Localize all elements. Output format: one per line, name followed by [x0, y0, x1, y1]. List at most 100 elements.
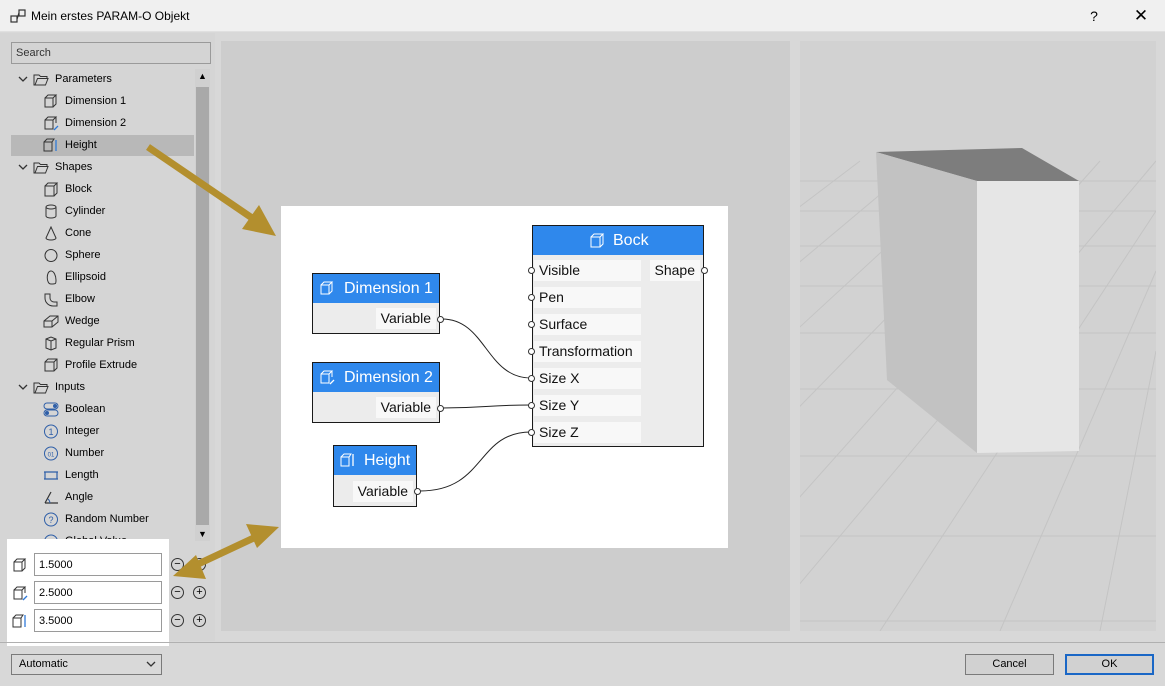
tree-item-dimension-1[interactable]: Dimension 1 — [11, 91, 194, 112]
output-port-label: Variable — [375, 308, 436, 329]
window-title: Mein erstes PARAM-O Objekt — [31, 9, 190, 23]
input-dot-visible[interactable] — [528, 267, 535, 274]
3d-preview[interactable] — [800, 41, 1156, 631]
tree-group-shapes[interactable]: Shapes — [11, 157, 194, 178]
parameter-values-panel: − + − + − + — [7, 539, 206, 646]
height-value-input[interactable] — [34, 609, 162, 632]
input-dot-size-z[interactable] — [528, 429, 535, 436]
angle-icon — [44, 491, 58, 504]
integer-icon: 1 — [44, 424, 58, 439]
output-port-label: Variable — [352, 481, 413, 502]
tree-item-boolean[interactable]: Boolean — [11, 399, 194, 420]
chevron-down-icon — [146, 661, 156, 667]
increment-icon[interactable]: + — [193, 558, 206, 571]
node-header[interactable]: Dimension 2 — [313, 363, 439, 392]
tree-item-elbow[interactable]: Elbow — [11, 289, 194, 310]
mode-select-value: Automatic — [19, 658, 68, 670]
chevron-down-icon[interactable] — [18, 162, 28, 172]
tree-item-label: Dimension 1 — [65, 95, 127, 107]
scroll-down-icon[interactable]: ▼ — [195, 527, 210, 541]
search-input[interactable] — [11, 42, 211, 64]
svg-text:1: 1 — [48, 427, 53, 437]
chevron-down-icon[interactable] — [18, 74, 28, 84]
dimension-2-icon — [320, 370, 335, 385]
block-icon — [44, 182, 59, 197]
mode-select[interactable]: Automatic — [11, 654, 162, 675]
tree-item-label: Integer — [65, 425, 100, 437]
tree-group-label: Inputs — [55, 381, 85, 393]
dimension-2-value-input[interactable] — [34, 581, 162, 604]
node-graph-canvas[interactable]: Dimension 1 Variable Dimension 2 Variabl… — [281, 206, 728, 548]
help-button[interactable]: ? — [1082, 5, 1106, 27]
tree-item-cylinder[interactable]: Cylinder — [11, 201, 194, 222]
decrement-icon[interactable]: − — [171, 558, 184, 571]
tree-item-random-number[interactable]: ? Random Number — [11, 509, 194, 530]
folder-open-icon — [33, 162, 49, 174]
increment-icon[interactable]: + — [193, 614, 206, 627]
dimension-1-value-input[interactable] — [34, 553, 162, 576]
cancel-button[interactable]: Cancel — [965, 654, 1054, 675]
tree-item-length[interactable]: Length — [11, 465, 194, 486]
tree-item-regular-prism[interactable]: Regular Prism — [11, 333, 194, 354]
tree-item-label: Random Number — [65, 513, 149, 525]
tree-scrollbar[interactable]: ▲ ▼ — [195, 69, 210, 541]
3d-preview-scene — [800, 148, 1156, 631]
input-dot-size-x[interactable] — [528, 375, 535, 382]
output-port-dot[interactable] — [437, 316, 444, 323]
input-port-visible: Visible — [534, 260, 641, 281]
node-height[interactable]: Height Variable — [333, 445, 421, 507]
input-port-surface: Surface — [534, 314, 641, 335]
ellipsoid-icon — [46, 270, 57, 285]
svg-text:01: 01 — [48, 453, 55, 459]
input-dot-size-y[interactable] — [528, 402, 535, 409]
tree-group-parameters[interactable]: Parameters — [11, 69, 194, 90]
tree-item-integer[interactable]: 1 Integer — [11, 421, 194, 442]
output-port-dot[interactable] — [414, 488, 421, 495]
output-port-dot[interactable] — [437, 405, 444, 412]
increment-icon[interactable]: + — [193, 586, 206, 599]
tree-item-cone[interactable]: Cone — [11, 223, 194, 244]
input-dot-pen[interactable] — [528, 294, 535, 301]
tree-item-number[interactable]: 01 Number — [11, 443, 194, 464]
tree-item-sphere[interactable]: Sphere — [11, 245, 194, 266]
node-header[interactable]: Bock — [533, 226, 703, 255]
tree-item-label: Regular Prism — [65, 337, 135, 349]
tree-item-height[interactable]: Height — [11, 135, 194, 156]
dimension-1-icon — [44, 94, 58, 108]
tree-item-wedge[interactable]: Wedge — [11, 311, 194, 332]
tree-item-block[interactable]: Block — [11, 179, 194, 200]
input-dot-surface[interactable] — [528, 321, 535, 328]
ok-button[interactable]: OK — [1065, 654, 1154, 675]
node-dimension-2[interactable]: Dimension 2 Variable — [312, 362, 444, 423]
output-dot-shape[interactable] — [701, 267, 708, 274]
svg-text:?: ? — [48, 515, 53, 525]
chevron-down-icon[interactable] — [18, 382, 28, 392]
wire-dimension-1-to-size-x — [441, 318, 532, 379]
tree-item-dimension-2[interactable]: Dimension 2 — [11, 113, 194, 134]
output-port-shape: Shape — [649, 260, 700, 281]
tree-group-inputs[interactable]: Inputs — [11, 377, 194, 398]
node-header[interactable]: Dimension 1 — [313, 274, 439, 303]
tree-item-label: Cone — [65, 227, 92, 239]
node-dimension-1[interactable]: Dimension 1 Variable — [312, 273, 444, 334]
tree-item-global-value[interactable]: Global Value — [11, 531, 194, 539]
tree-item-label: Global Value — [65, 531, 127, 539]
node-header[interactable]: Height — [334, 446, 416, 475]
scroll-up-icon[interactable]: ▲ — [195, 69, 210, 83]
decrement-icon[interactable]: − — [171, 586, 184, 599]
node-block[interactable]: Bock Visible Pen Surface Transformation … — [528, 225, 708, 447]
input-dot-transformation[interactable] — [528, 348, 535, 355]
value-row-dimension-2: − + — [7, 581, 222, 605]
dimension-2-icon — [44, 116, 59, 131]
wire-dimension-2-to-size-y — [441, 404, 532, 409]
close-button[interactable]: ✕ — [1126, 4, 1156, 28]
tree-item-ellipsoid[interactable]: Ellipsoid — [11, 267, 194, 288]
scroll-thumb[interactable] — [196, 87, 209, 525]
tree-item-label: Wedge — [65, 315, 100, 327]
prism-icon — [45, 336, 57, 351]
tree-item-profile-extrude[interactable]: Profile Extrude — [11, 355, 194, 376]
tree-item-angle[interactable]: Angle — [11, 487, 194, 508]
cone-icon — [45, 226, 57, 241]
decrement-icon[interactable]: − — [171, 614, 184, 627]
tree-item-label: Cylinder — [65, 205, 106, 217]
